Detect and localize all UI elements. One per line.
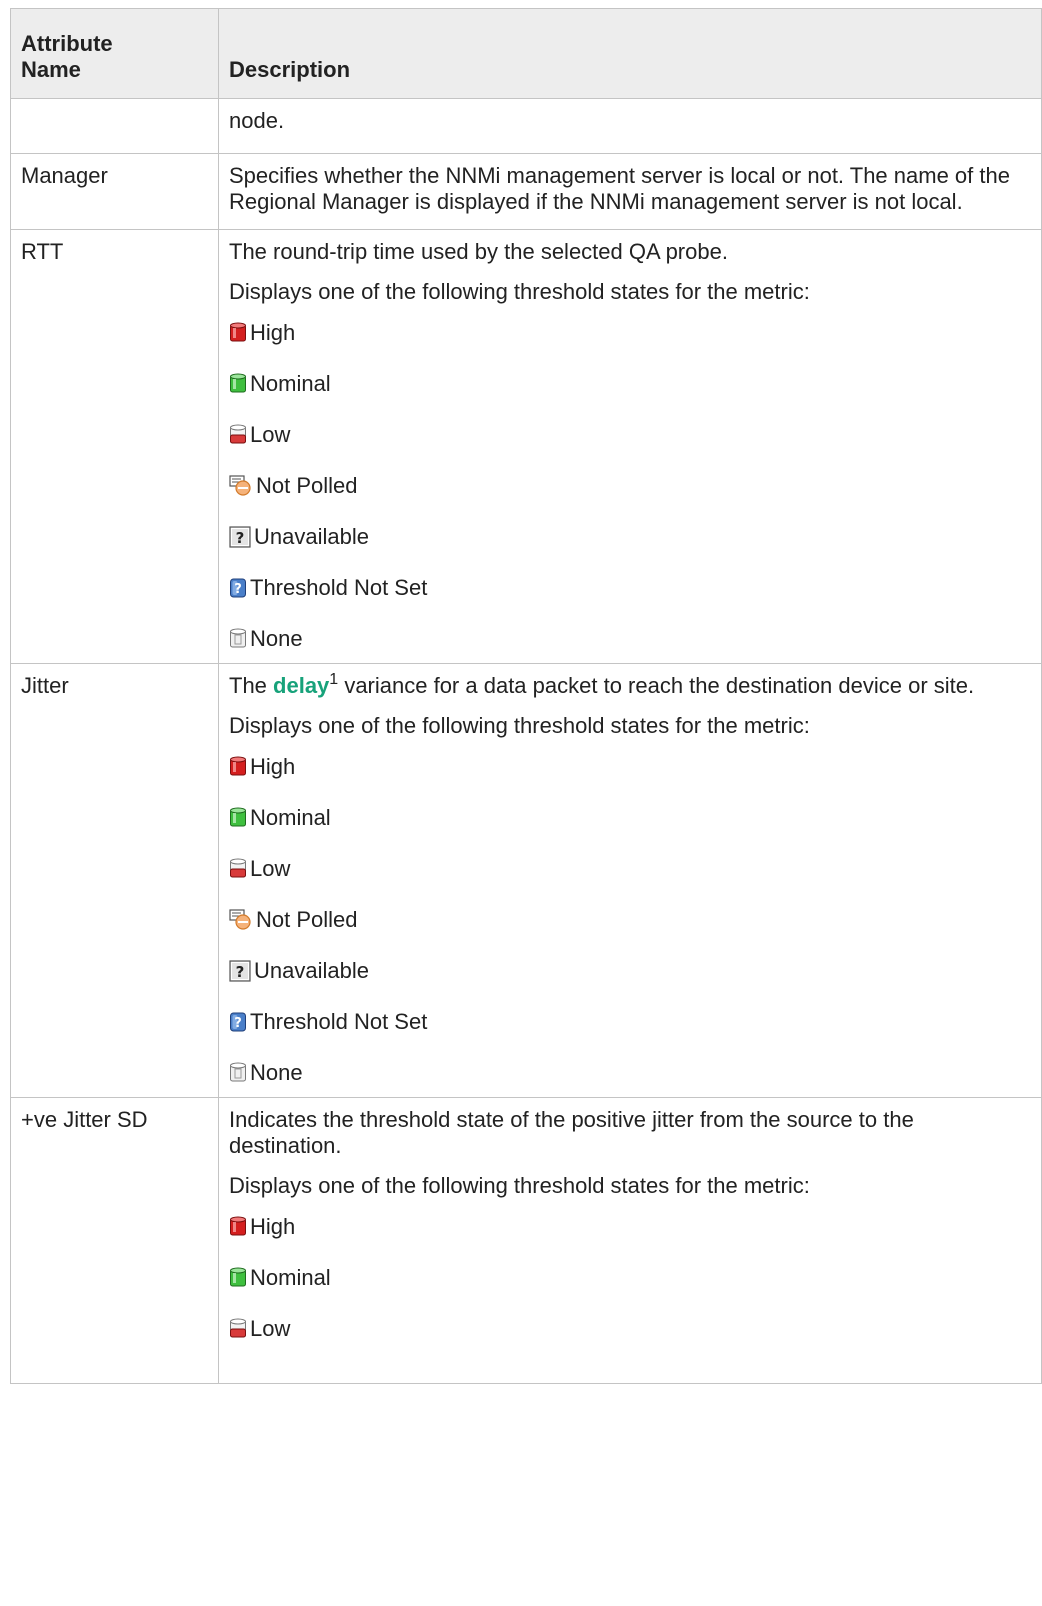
svg-text:?: ? [236,529,245,547]
threshold-state-low: Low [229,855,1031,883]
attribute-name-cell: +ve Jitter SD [10,1097,219,1384]
green-cylinder-icon [229,807,247,829]
question-box-icon: ? [229,526,251,548]
table-row: node. [10,98,1042,154]
attribute-name-cell [10,98,219,154]
threshold-state-label: Low [250,1316,291,1341]
threshold-state-none: None [229,625,1031,653]
description-cell: node. [218,98,1042,154]
table-row: RTT The round-trip time used by the sele… [10,229,1042,664]
attribute-name-cell: Manager [10,153,219,230]
threshold-state-list: High Nominal Low [229,1213,1031,1343]
table-row: Jitter The delay1 variance for a data pa… [10,663,1042,1098]
threshold-state-nominal: Nominal [229,1264,1031,1292]
threshold-state-high: High [229,1213,1031,1241]
svg-text:?: ? [234,1016,242,1031]
description-text-before: The [229,673,274,698]
threshold-state-not-polled: Not Polled [229,472,1031,500]
threshold-state-nominal: Nominal [229,804,1031,832]
low-cylinder-icon [229,1318,247,1340]
red-cylinder-icon [229,322,247,344]
header-attr-line2: Name [21,57,81,82]
threshold-state-list: High Nominal Low Not Polled? Unavailable? Thr… [229,753,1031,1087]
low-cylinder-icon [229,424,247,446]
empty-cylinder-icon [229,628,247,650]
delay-glossary-link[interactable]: delay [273,673,329,698]
table-row: Manager Specifies whether the NNMi manag… [10,153,1042,230]
threshold-state-label: Threshold Not Set [250,575,428,600]
attribute-name-cell: Jitter [10,663,219,1098]
description-header: Description [218,8,1042,99]
displays-text: Displays one of the following threshold … [229,713,810,738]
threshold-state-label: Not Polled [256,907,358,932]
low-cylinder-icon [229,858,247,880]
attribute-name-cell: RTT [10,229,219,664]
threshold-state-label: Low [250,856,291,881]
footnote-marker: 1 [329,670,339,688]
threshold-state-label: Low [250,422,291,447]
description-cell: The delay1 variance for a data packet to… [218,663,1042,1098]
displays-text: Displays one of the following threshold … [229,279,810,304]
description-cell: Indicates the threshold state of the pos… [218,1097,1042,1384]
description-text: Indicates the threshold state of the pos… [229,1107,914,1158]
threshold-state-not-set: ? Threshold Not Set [229,574,1031,602]
threshold-state-low: Low [229,1315,1031,1343]
empty-cylinder-icon [229,1062,247,1084]
header-attr-line1: Attribute [21,31,113,56]
threshold-state-label: Nominal [250,805,331,830]
attribute-table: Attribute Name Description node. Manager … [10,8,1042,1384]
threshold-state-label: Nominal [250,371,331,396]
threshold-state-label: Nominal [250,1265,331,1290]
threshold-state-label: Unavailable [254,958,369,983]
threshold-state-high: High [229,319,1031,347]
green-cylinder-icon [229,1267,247,1289]
not-polled-icon [229,475,253,497]
threshold-state-unavailable: ? Unavailable [229,523,1031,551]
threshold-state-label: Threshold Not Set [250,1009,428,1034]
red-cylinder-icon [229,1216,247,1238]
description-cell: The round-trip time used by the selected… [218,229,1042,664]
threshold-state-label: Not Polled [256,473,358,498]
threshold-state-label: High [250,320,296,345]
svg-text:?: ? [236,963,245,981]
threshold-state-unavailable: ? Unavailable [229,957,1031,985]
attribute-name-header: Attribute Name [10,8,219,99]
description-cell: Specifies whether the NNMi management se… [218,153,1042,230]
blue-question-icon: ? [229,577,247,599]
threshold-state-label: Unavailable [254,524,369,549]
threshold-state-label: None [250,1060,303,1085]
threshold-state-not-set: ? Threshold Not Set [229,1008,1031,1036]
description-text: The round-trip time used by the selected… [229,239,728,264]
description-text: The delay1 variance for a data packet to… [229,670,1031,699]
threshold-state-not-polled: Not Polled [229,906,1031,934]
threshold-state-none: None [229,1059,1031,1087]
description-text-after: variance for a data packet to reach the … [338,673,975,698]
threshold-state-nominal: Nominal [229,370,1031,398]
threshold-state-label: None [250,626,303,651]
threshold-state-low: Low [229,421,1031,449]
description-text: Specifies whether the NNMi management se… [229,163,1010,214]
blue-question-icon: ? [229,1011,247,1033]
green-cylinder-icon [229,373,247,395]
header-row: Attribute Name Description [10,8,1042,99]
displays-text: Displays one of the following threshold … [229,1173,810,1198]
question-box-icon: ? [229,960,251,982]
table-row: +ve Jitter SD Indicates the threshold st… [10,1097,1042,1384]
red-cylinder-icon [229,756,247,778]
not-polled-icon [229,909,253,931]
threshold-state-list: High Nominal Low Not Polled? Unavailable? Thr… [229,319,1031,653]
svg-text:?: ? [234,582,242,597]
threshold-state-label: High [250,1214,296,1239]
threshold-state-high: High [229,753,1031,781]
description-text: node. [229,108,285,133]
threshold-state-label: High [250,754,296,779]
